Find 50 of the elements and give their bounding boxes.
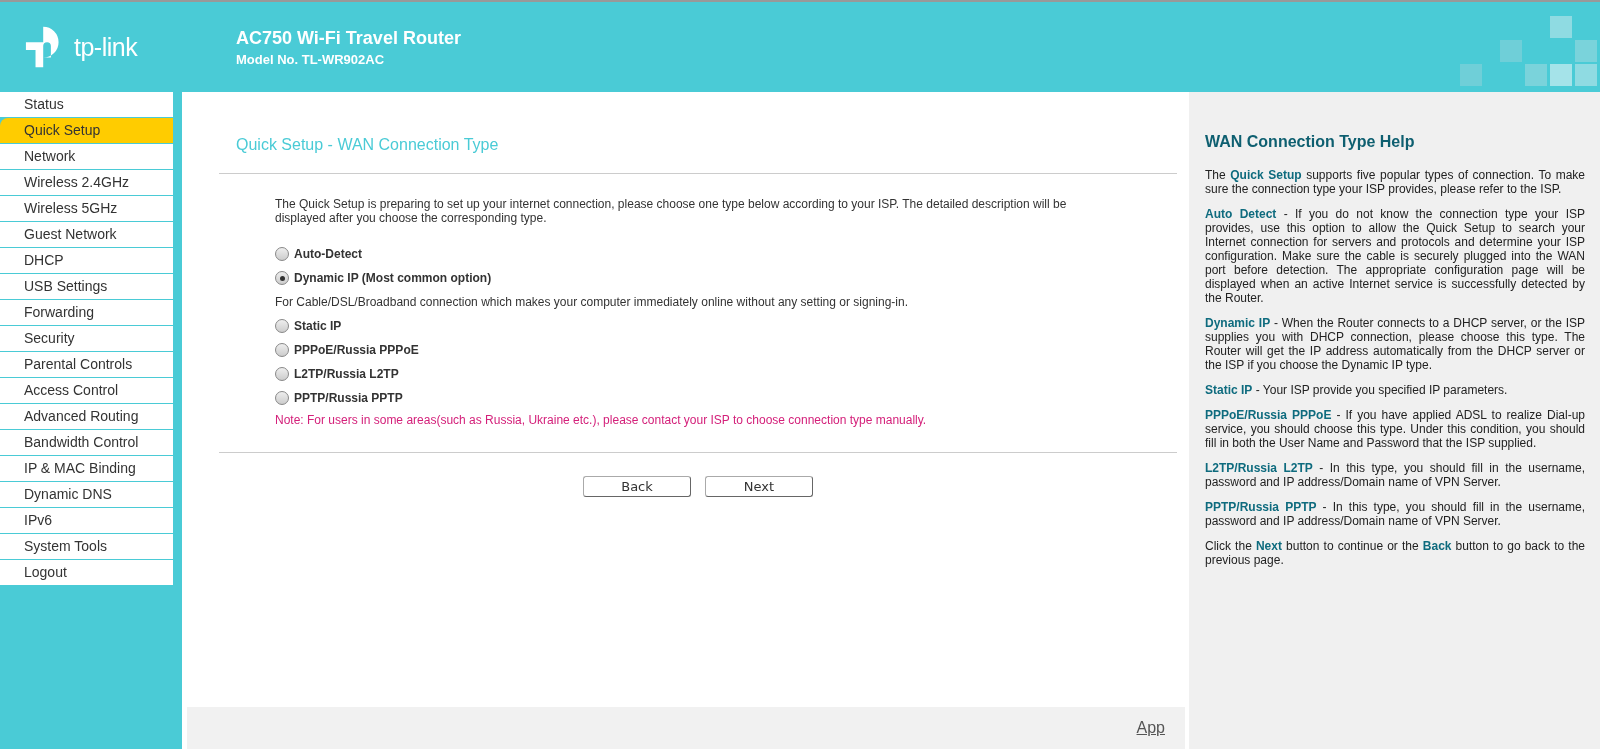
back-button[interactable]: Back [583, 476, 691, 497]
menu-item[interactable]: Advanced Routing [0, 404, 173, 430]
help-paragraph: Static IP - Your ISP provide you specified IP parameters. [1205, 383, 1509, 397]
radio-button[interactable] [275, 247, 289, 261]
page-title: Quick Setup - WAN Connection Type [236, 136, 500, 154]
radio-option[interactable]: PPPoE/Russia PPPoE [275, 338, 1177, 362]
note-text: Note: For users in some areas(such as Russia, Ukraine etc.), please contact your ISP to choose connection type manually. [275, 412, 928, 429]
help-title: WAN Connection Type Help [1205, 133, 1416, 151]
radio-button[interactable] [275, 367, 289, 381]
next-button[interactable]: Next [705, 476, 813, 497]
app-link[interactable]: App [1136, 719, 1165, 737]
radio-option[interactable]: Dynamic IP (Most common option) [275, 266, 1177, 290]
menu-item[interactable]: Access Control [0, 378, 173, 404]
menu-item[interactable]: Guest Network [0, 222, 173, 248]
help-paragraph: Auto Detect - If you do not know the connection type your ISP provides, use this option to allow the Quick Setup to search your Internet connection for servers and protocols and determine your ISP configuration. Make sure the cable is securely plugged into the WAN port before detection. The appropriate configuration page will be displayed when an active Internet service is successfully detected by the Router. [1205, 207, 1585, 305]
menu-item[interactable]: Security [0, 326, 173, 352]
option-description: For Cable/DSL/Broadband connection which makes your computer immediately online without any setting or signing-in. [275, 294, 909, 311]
menu-item[interactable]: Dynamic DNS [0, 482, 173, 508]
radio-option[interactable]: Static IP [275, 314, 1177, 338]
menu-item[interactable]: Wireless 5GHz [0, 196, 173, 222]
menu-item[interactable]: Logout [0, 560, 173, 586]
menu-item[interactable]: Forwarding [0, 300, 173, 326]
radio-option[interactable]: L2TP/Russia L2TP [275, 362, 1177, 386]
help-paragraph: The Quick Setup supports five popular types of connection. To make sure the connection type your ISP provides, please refer to the ISP. [1205, 168, 1585, 196]
menu-item[interactable]: IP & MAC Binding [0, 456, 173, 482]
menu-item[interactable]: System Tools [0, 534, 173, 560]
intro-text: The Quick Setup is preparing to set up your internet connection, please choose one type below according to your ISP. The detailed description will be displayed after you choose the corresponding type. [275, 197, 1068, 225]
help-paragraph: Click the Next button to continue or the Back button to go back to the previous page. [1205, 539, 1585, 567]
logo-text: tp-link [74, 32, 138, 62]
radio-button[interactable] [275, 319, 289, 333]
radio-button[interactable] [275, 271, 289, 285]
help-paragraph: PPPoE/Russia PPPoE - If you have applied ADSL to realize Dial-up service, you should choose this type. Under this condition, you should fill in both the User Name and Password that the ISP supplied. [1205, 408, 1585, 450]
help-paragraph: Dynamic IP - When the Router connects to a DHCP server, or the ISP supplies you with DHCP connection, please choose this type. The Router will get the IP address automatically from the DHCP server or the ISP if you choose the Dynamic IP type. [1205, 316, 1585, 372]
product-title: AC750 Wi-Fi Travel Router [236, 27, 461, 49]
radio-button[interactable] [275, 343, 289, 357]
menu-item[interactable]: USB Settings [0, 274, 173, 300]
model-number: Model No. TL-WR902AC [236, 51, 386, 67]
menu-item[interactable]: IPv6 [0, 508, 173, 534]
radio-option[interactable]: Auto-Detect [275, 242, 1177, 266]
menu-item[interactable]: Parental Controls [0, 352, 173, 378]
menu-item[interactable]: Network [0, 144, 173, 170]
menu-item[interactable]: Wireless 2.4GHz [0, 170, 173, 196]
radio-button[interactable] [275, 391, 289, 405]
menu-item[interactable]: Status [0, 92, 173, 118]
radio-option[interactable]: PPTP/Russia PPTP [275, 386, 1177, 410]
help-paragraph: PPTP/Russia PPTP - In this type, you should fill in the username, password and IP address/Domain name of VPN Server. [1205, 500, 1585, 528]
menu-item[interactable]: DHCP [0, 248, 173, 274]
menu-item[interactable]: Bandwidth Control [0, 430, 173, 456]
help-paragraph: L2TP/Russia L2TP - In this type, you should fill in the username, password and IP address/Domain name of VPN Server. [1205, 461, 1585, 489]
menu-item[interactable]: Quick Setup [0, 118, 173, 144]
